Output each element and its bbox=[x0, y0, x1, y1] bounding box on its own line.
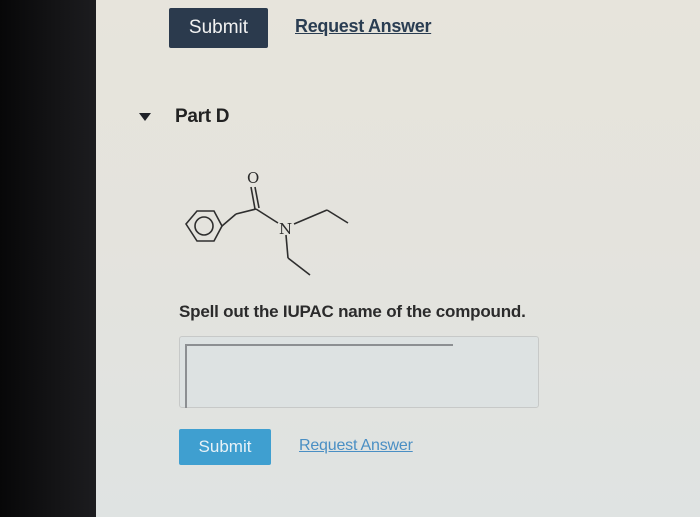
submit-button[interactable]: Submit bbox=[179, 429, 271, 465]
submit-button-previous-part[interactable]: Submit bbox=[169, 8, 268, 48]
bond-n-ethyl-1a bbox=[293, 209, 328, 225]
bond-ring-to-carbonyl bbox=[221, 213, 237, 227]
iupac-name-input[interactable] bbox=[185, 344, 453, 408]
request-answer-link[interactable]: Request Answer bbox=[299, 437, 413, 455]
question-prompt: Spell out the IUPAC name of the compound… bbox=[179, 302, 526, 321]
atom-label-nitrogen: N bbox=[279, 220, 292, 238]
bond-carbonyl-to-n bbox=[255, 208, 279, 224]
bond-n-ethyl-2b bbox=[287, 257, 311, 276]
atom-label-oxygen: O bbox=[247, 169, 259, 187]
screen-bezel bbox=[0, 0, 96, 517]
part-title: Part D bbox=[175, 106, 230, 127]
collapse-triangle-icon[interactable] bbox=[139, 113, 151, 121]
bond-c-o-double-1 bbox=[250, 186, 256, 210]
request-answer-link-previous-part[interactable]: Request Answer bbox=[295, 16, 431, 37]
bond-n-ethyl-2a bbox=[285, 234, 289, 259]
benzene-ring bbox=[185, 210, 223, 242]
molecule-structure: O N bbox=[185, 169, 349, 276]
bond-n-ethyl-1b bbox=[326, 209, 349, 224]
bond-c-o-double-2 bbox=[254, 186, 260, 209]
bond-carbonyl-to-ring-ch2 bbox=[235, 208, 257, 215]
